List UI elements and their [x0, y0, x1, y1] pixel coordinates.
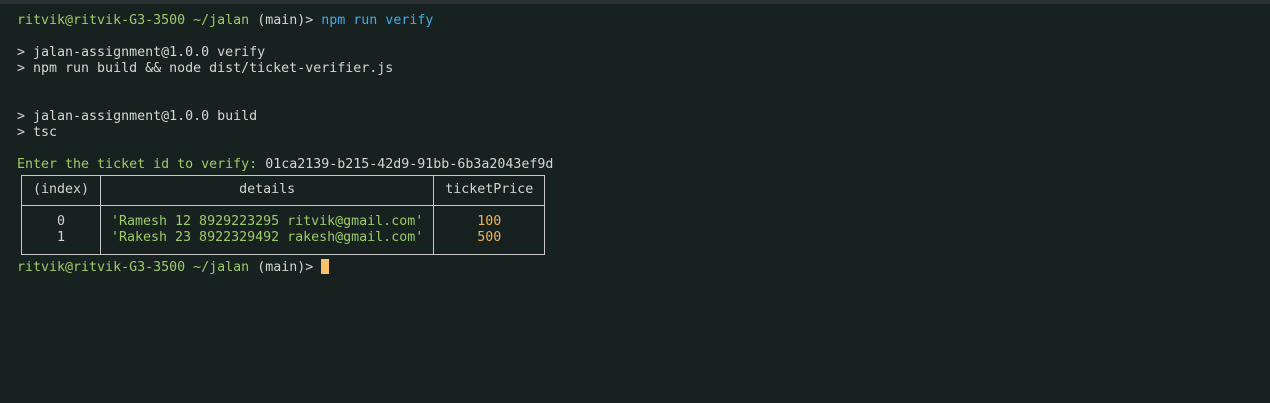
row-index-cell: 1 [21, 230, 101, 255]
row-ticket-price-cell: 100 [433, 205, 546, 230]
row-index-cell: 0 [21, 205, 101, 230]
prompt-branch: (main)> [257, 260, 314, 275]
table-header-row: (index) details ticketPrice [21, 175, 546, 206]
prompt-user-host: ritvik@ritvik-G3-3500 [17, 260, 186, 275]
row-details-cell: 'Rakesh 23 8922329492 rakesh@gmail.com' [99, 230, 435, 255]
ticket-prompt-text: Enter the ticket id to verify: [17, 157, 258, 172]
row-ticket-price-cell: 500 [433, 230, 546, 255]
console-table: (index) details ticketPrice 0 'Ramesh 12… [21, 175, 546, 255]
prompt-path: ~/jalan [193, 260, 250, 275]
text-cursor[interactable] [321, 259, 330, 274]
ticket-id-value: 01ca2139-b215-42d9-91bb-6b3a2043ef9d [265, 157, 554, 172]
terminal-output[interactable]: ritvik@ritvik-G3-3500 ~/jalan (main)> np… [17, 13, 1257, 275]
prompt-path: ~/jalan [193, 13, 250, 28]
entered-command: npm run verify [321, 13, 434, 28]
build-script-command: > tsc [17, 125, 58, 140]
verify-script-command: > npm run build && node dist/ticket-veri… [17, 61, 394, 76]
column-header-ticket-price: ticketPrice [433, 175, 546, 206]
build-script-header: > jalan-assignment@1.0.0 build [17, 109, 258, 124]
window-top-border [0, 0, 1270, 4]
verify-script-header: > jalan-assignment@1.0.0 verify [17, 45, 266, 60]
row-details-cell: 'Ramesh 12 8929223295 ritvik@gmail.com' [99, 205, 435, 230]
command-line: ritvik@ritvik-G3-3500 ~/jalan (main)> np… [17, 13, 1257, 29]
table-row: 1 'Rakesh 23 8922329492 rakesh@gmail.com… [21, 230, 546, 255]
prompt-user-host: ritvik@ritvik-G3-3500 [17, 13, 186, 28]
prompt-branch: (main)> [257, 13, 314, 28]
table-row: 0 'Ramesh 12 8929223295 ritvik@gmail.com… [21, 205, 546, 230]
current-prompt-line[interactable]: ritvik@ritvik-G3-3500 ~/jalan (main)> [17, 259, 1257, 275]
column-header-details: details [99, 175, 435, 206]
column-header-index: (index) [21, 175, 101, 206]
ticket-prompt-line: Enter the ticket id to verify: 01ca2139-… [17, 157, 1257, 173]
